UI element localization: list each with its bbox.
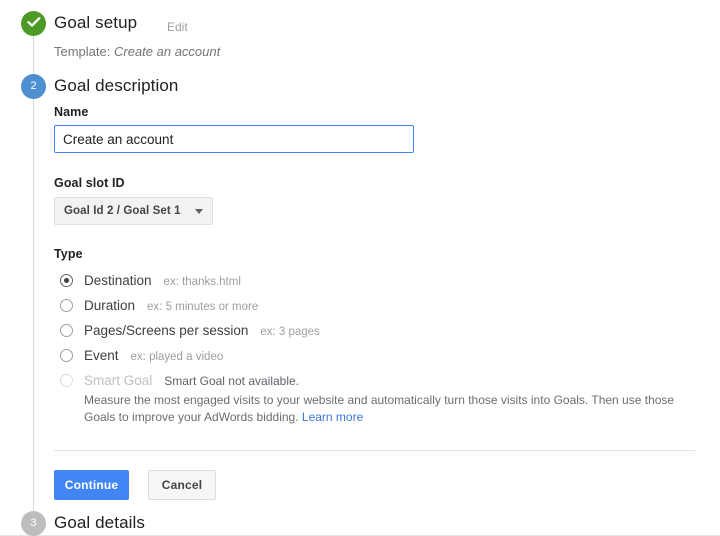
radio-event-icon[interactable] xyxy=(60,349,73,362)
goal-type-label: Type xyxy=(54,247,83,261)
template-label: Template: xyxy=(54,44,110,59)
continue-button[interactable]: Continue xyxy=(54,470,129,500)
radio-duration-label: Duration xyxy=(84,298,135,313)
radio-smart-goal-icon xyxy=(60,374,73,387)
section-divider xyxy=(54,450,695,451)
radio-event-hint: ex: played a video xyxy=(131,351,224,363)
goal-details-title: Goal details xyxy=(54,513,145,533)
radio-duration-hint: ex: 5 minutes or more xyxy=(147,301,258,313)
goal-description-title: Goal description xyxy=(54,76,178,96)
template-value: Create an account xyxy=(114,44,220,59)
goal-setup-title: Goal setup xyxy=(54,13,137,33)
radio-destination-hint: ex: thanks.html xyxy=(164,276,241,288)
smart-goal-description: Measure the most engaged visits to your … xyxy=(84,392,704,426)
step-2-badge: 2 xyxy=(21,74,46,99)
radio-pages-hint: ex: 3 pages xyxy=(260,326,319,338)
cancel-button[interactable]: Cancel xyxy=(148,470,216,500)
check-icon xyxy=(21,16,46,28)
radio-pages-icon[interactable] xyxy=(60,324,73,337)
name-field-label: Name xyxy=(54,105,88,119)
radio-option-smart-goal: Smart Goal Smart Goal not available. xyxy=(60,372,299,390)
goal-slot-value: Goal Id 2 / Goal Set 1 xyxy=(64,205,181,217)
radio-smart-goal-hint: Smart Goal not available. xyxy=(164,374,299,388)
radio-option-destination[interactable]: Destination ex: thanks.html xyxy=(60,272,241,290)
learn-more-link[interactable]: Learn more xyxy=(302,410,363,424)
radio-option-pages-per-session[interactable]: Pages/Screens per session ex: 3 pages xyxy=(60,322,320,340)
radio-smart-goal-label: Smart Goal xyxy=(84,373,152,388)
radio-pages-label: Pages/Screens per session xyxy=(84,323,248,338)
radio-option-event[interactable]: Event ex: played a video xyxy=(60,347,223,365)
chevron-down-icon xyxy=(195,209,203,214)
radio-destination-label: Destination xyxy=(84,273,152,288)
goal-name-input[interactable] xyxy=(54,125,414,153)
smart-goal-description-text: Measure the most engaged visits to your … xyxy=(84,393,674,424)
radio-option-duration[interactable]: Duration ex: 5 minutes or more xyxy=(60,297,258,315)
radio-duration-icon[interactable] xyxy=(60,299,73,312)
goal-slot-dropdown[interactable]: Goal Id 2 / Goal Set 1 xyxy=(54,197,213,225)
step-3-badge: 3 xyxy=(21,511,46,536)
radio-destination-icon[interactable] xyxy=(60,274,73,287)
goal-slot-label: Goal slot ID xyxy=(54,176,125,190)
step-1-complete-badge xyxy=(21,11,46,36)
edit-goal-setup-link[interactable]: Edit xyxy=(167,20,188,34)
radio-event-label: Event xyxy=(84,348,119,363)
template-summary: Template: Create an account xyxy=(54,44,220,59)
